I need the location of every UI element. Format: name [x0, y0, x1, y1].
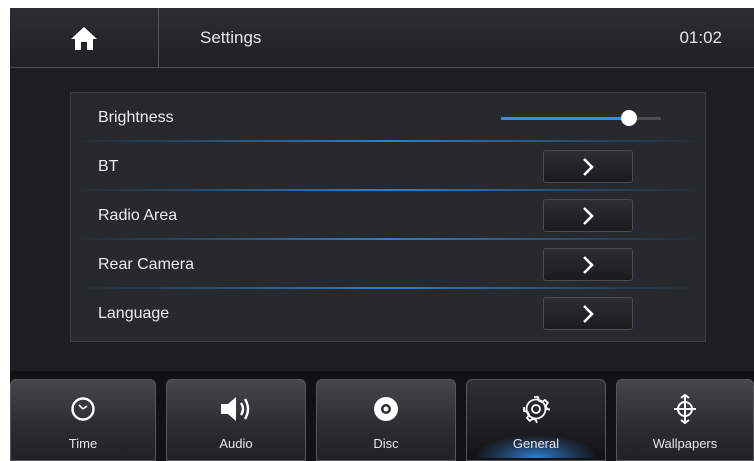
- slider-fill: [501, 117, 629, 120]
- header-divider: [158, 8, 159, 68]
- bt-label: BT: [98, 158, 119, 175]
- language-label: Language: [98, 305, 170, 322]
- wallpaper-icon: [674, 394, 696, 424]
- chevron-right-icon: [583, 304, 594, 323]
- tab-label: Wallpapers: [652, 436, 718, 451]
- chevron-right-icon: [583, 206, 594, 225]
- header-divider-line: [10, 67, 754, 68]
- tab-label: Audio: [219, 436, 253, 451]
- tab-label: Disc: [373, 436, 399, 451]
- tab-icon-wrap: [617, 394, 753, 424]
- clock-icon: [71, 397, 95, 421]
- settings-screen: Settings 01:02 Brightness BT Radio Area: [10, 8, 754, 461]
- top-bar: Settings 01:02: [10, 8, 754, 68]
- tab-time[interactable]: Time: [10, 379, 156, 461]
- bottom-tab-bar: Time Audio Disc General Wallpapers: [10, 371, 754, 461]
- clock-display: 01:02: [679, 28, 722, 47]
- tab-general[interactable]: General: [466, 379, 606, 461]
- settings-list: Brightness BT Radio Area Rear Camera Lan…: [70, 92, 706, 342]
- disc-icon: [374, 397, 398, 421]
- settings-row-brightness: Brightness: [71, 93, 705, 142]
- chevron-right-icon: [583, 157, 594, 176]
- chevron-right-icon: [583, 255, 594, 274]
- tab-icon-wrap: [467, 394, 605, 424]
- radio-area-label: Radio Area: [98, 207, 178, 224]
- bt-open-button[interactable]: [543, 150, 633, 183]
- radio-area-open-button[interactable]: [543, 199, 633, 232]
- tab-audio[interactable]: Audio: [166, 379, 306, 461]
- slider-knob[interactable]: [621, 110, 637, 126]
- brightness-label: Brightness: [98, 109, 174, 126]
- rear-camera-open-button[interactable]: [543, 248, 633, 281]
- brightness-slider[interactable]: [501, 109, 661, 127]
- settings-row-rear-camera: Rear Camera: [71, 240, 705, 289]
- tab-icon-wrap: [167, 394, 305, 424]
- settings-row-radio-area: Radio Area: [71, 191, 705, 240]
- home-icon: [71, 27, 97, 50]
- settings-row-bt: BT: [71, 142, 705, 191]
- speaker-icon: [221, 397, 250, 421]
- tab-label: Time: [68, 436, 98, 451]
- settings-row-language: Language: [71, 289, 705, 338]
- tab-disc[interactable]: Disc: [316, 379, 456, 461]
- tab-icon-wrap: [11, 394, 155, 424]
- rear-camera-label: Rear Camera: [98, 256, 195, 273]
- home-button[interactable]: [10, 8, 158, 68]
- tab-icon-wrap: [317, 394, 455, 424]
- page-title: Settings: [200, 28, 262, 47]
- gear-icon: [523, 396, 550, 423]
- tab-label: General: [512, 436, 560, 451]
- language-open-button[interactable]: [543, 297, 633, 330]
- tab-wallpapers[interactable]: Wallpapers: [616, 379, 754, 461]
